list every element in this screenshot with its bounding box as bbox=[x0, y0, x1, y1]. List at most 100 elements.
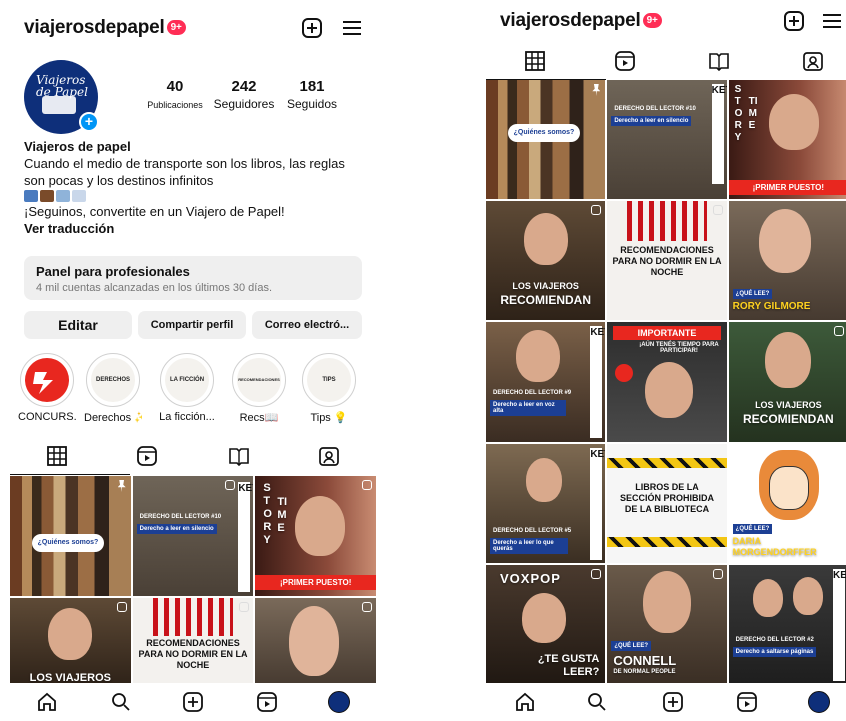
map-emoji-icon bbox=[24, 190, 38, 202]
highlight-cover-text: DERECHOS bbox=[91, 358, 135, 402]
profile-screen-right: viajerosdepapel 9+ ¿Quiénes somos? DERECH… bbox=[486, 0, 846, 721]
person-image bbox=[792, 576, 823, 615]
add-story-icon[interactable]: + bbox=[79, 112, 99, 132]
post-tile-daria[interactable]: ¿QUÉ LEE? DARIA MORGENDORFFER bbox=[728, 443, 846, 563]
book-logo-icon bbox=[42, 96, 76, 114]
post-tile-derecho10[interactable]: DERECHO DEL LECTOR #10 Derecho a leer en… bbox=[132, 476, 254, 596]
post-caption: IMPORTANTE bbox=[613, 326, 721, 341]
menu-icon[interactable] bbox=[340, 16, 364, 40]
grid-tab-icon[interactable] bbox=[46, 445, 68, 467]
highlight-recs[interactable]: RECOMENDACIONES Recs📖 bbox=[230, 353, 288, 424]
guides-tab-icon[interactable] bbox=[228, 445, 250, 467]
post-tile-importante[interactable]: IMPORTANTE ¡AÚN TENÉS TIEMPO PARA PARTIC… bbox=[607, 322, 727, 442]
person-image bbox=[752, 578, 783, 617]
post-tile-derecho9[interactable]: DERECHO DEL LECTOR #9 Derecho a leer en … bbox=[486, 322, 606, 442]
post-caption: RORY GILMORE bbox=[732, 301, 811, 313]
concurso-logo-icon bbox=[615, 364, 634, 383]
reels-tab-icon[interactable] bbox=[614, 50, 636, 72]
reels-tab-icon[interactable] bbox=[136, 445, 158, 467]
search-icon[interactable] bbox=[110, 691, 132, 713]
username-title[interactable]: viajerosdepapel 9+ bbox=[24, 17, 186, 39]
reel-icon bbox=[116, 602, 127, 612]
reels-nav-icon[interactable] bbox=[256, 691, 278, 713]
highlight-cover: LA FICCIÓN bbox=[160, 353, 214, 407]
post-tile-derecho5[interactable]: DERECHO DEL LECTOR #5 Derecho a leer lo … bbox=[486, 443, 606, 563]
person-image bbox=[516, 330, 560, 383]
post-caption: DERECHO DEL LECTOR #10 bbox=[614, 106, 696, 112]
create-post-icon[interactable] bbox=[782, 9, 806, 33]
post-caption: DARIA MORGENDORFFER bbox=[732, 535, 817, 557]
profile-nav-avatar[interactable] bbox=[808, 691, 830, 713]
guides-tab-icon[interactable] bbox=[708, 50, 730, 72]
reels-nav-icon[interactable] bbox=[736, 691, 758, 713]
share-profile-button[interactable]: Compartir perfil bbox=[138, 311, 246, 339]
post-tile-story-time[interactable]: STORY TIME ¡PRIMER PUESTO! bbox=[255, 476, 376, 596]
stat-followers[interactable]: 242 Seguidores bbox=[210, 78, 278, 111]
email-button[interactable]: Correo electró... bbox=[252, 311, 362, 339]
home-icon[interactable] bbox=[36, 691, 58, 713]
person-image bbox=[643, 570, 692, 633]
post-tile-los-viajeros[interactable]: LOS VIAJEROS bbox=[10, 598, 131, 686]
tagged-tab-icon[interactable] bbox=[802, 50, 824, 72]
post-tile-connell[interactable]: ¿QUÉ LEE? CONNELL DE NORMAL PEOPLE bbox=[607, 564, 727, 684]
post-caption: DERECHO DEL LECTOR #9 bbox=[493, 390, 572, 397]
pinned-icon bbox=[592, 84, 601, 96]
post-tile-quienes[interactable]: ¿Quiénes somos? bbox=[486, 80, 606, 200]
highlight-cover-text: RECOMENDACIONES bbox=[237, 358, 281, 402]
post-caption: KETCH bbox=[590, 447, 605, 560]
notification-badge[interactable]: 9+ bbox=[642, 13, 662, 28]
new-post-icon[interactable] bbox=[182, 691, 204, 713]
post-tile-los-viajeros[interactable]: LOS VIAJEROS RECOMIENDAN bbox=[486, 201, 606, 321]
username-title[interactable]: viajerosdepapel 9+ bbox=[500, 10, 662, 32]
reel-icon bbox=[712, 205, 723, 216]
post-tile-story-time[interactable]: STORY TIME ¡PRIMER PUESTO! bbox=[728, 80, 846, 200]
post-tile-los-viajeros-2[interactable]: LOS VIAJEROS RECOMIENDAN bbox=[728, 322, 846, 442]
stat-following[interactable]: 181 Seguidos bbox=[280, 78, 344, 111]
stat-posts-label: Publicaciones bbox=[147, 100, 203, 110]
profile-nav-avatar[interactable] bbox=[328, 691, 350, 713]
post-caption: Derecho a leer en voz alta bbox=[490, 400, 566, 417]
highlight-concurso[interactable]: CONCURS... bbox=[18, 353, 76, 423]
airplane-emoji-icon bbox=[56, 190, 70, 202]
professional-dashboard[interactable]: Panel para profesionales 4 mil cuentas a… bbox=[24, 256, 362, 300]
post-tile-quienes[interactable]: ¿Quiénes somos? bbox=[10, 476, 131, 596]
post-tile-derecho10[interactable]: DERECHO DEL LECTOR #10 Derecho a leer en… bbox=[607, 80, 727, 200]
search-icon[interactable] bbox=[586, 691, 608, 713]
post-tile-voxpop[interactable]: VOXPOP ¿TE GUSTA LEER? bbox=[486, 564, 606, 684]
highlight-ficcion[interactable]: LA FICCIÓN La ficción... bbox=[158, 353, 216, 423]
highlight-tips[interactable]: TIPS Tips 💡 bbox=[300, 353, 358, 424]
notification-badge[interactable]: 9+ bbox=[166, 20, 186, 35]
highlight-cover-text: TIPS bbox=[307, 358, 351, 402]
post-tile-libros-prohibida[interactable]: LIBROS DE LA SECCIÓN PROHIBIDA DE LA BIB… bbox=[607, 443, 727, 563]
post-caption: KETCH bbox=[590, 326, 605, 439]
grid-tab-icon[interactable] bbox=[524, 50, 546, 72]
person-image bbox=[48, 608, 92, 660]
post-caption: ¿Quiénes somos? bbox=[508, 124, 580, 142]
post-tile-rory[interactable] bbox=[255, 598, 376, 686]
caution-tape-graphic bbox=[607, 457, 727, 468]
bio-emoji-row bbox=[24, 190, 354, 202]
post-caption: ¿QUÉ LEE? bbox=[611, 640, 651, 651]
post-tile-rory[interactable]: ¿QUÉ LEE? RORY GILMORE bbox=[728, 201, 846, 321]
bottom-nav bbox=[0, 683, 380, 721]
post-caption: ¿QUÉ LEE? bbox=[732, 289, 773, 300]
see-translation-link[interactable]: Ver traducción bbox=[24, 220, 354, 237]
post-tile-recomendaciones[interactable]: RECOMENDACIONES PARA NO DORMIR EN LA NOC… bbox=[132, 598, 254, 686]
bio-cta-text: ¡Seguinos, convertite en un Viajero de P… bbox=[24, 204, 285, 219]
post-tile-recomendaciones[interactable]: RECOMENDACIONES PARA NO DORMIR EN LA NOC… bbox=[607, 201, 727, 321]
menu-icon[interactable] bbox=[820, 9, 844, 33]
create-post-icon[interactable] bbox=[300, 16, 324, 40]
highlight-derechos[interactable]: DERECHOS Derechos ✨ bbox=[84, 353, 142, 424]
post-caption: LOS VIAJEROS bbox=[755, 400, 822, 411]
tagged-tab-icon[interactable] bbox=[318, 445, 340, 467]
edit-profile-button[interactable]: Editar bbox=[24, 311, 132, 339]
home-icon[interactable] bbox=[514, 691, 536, 713]
post-caption: RECOMENDACIONES PARA NO DORMIR EN LA NOC… bbox=[612, 245, 722, 278]
stat-posts[interactable]: 40 Publicaciones bbox=[140, 78, 210, 110]
new-post-icon[interactable] bbox=[662, 691, 684, 713]
post-tile-derecho2[interactable]: DERECHO DEL LECTOR #2 Derecho a saltarse… bbox=[728, 564, 846, 684]
highlight-cover-text: LA FICCIÓN bbox=[165, 358, 209, 402]
post-caption: ¡AÚN TENÉS TIEMPO PARA PARTICIPAR! bbox=[639, 342, 719, 355]
reel-icon bbox=[591, 568, 602, 579]
person-image bbox=[768, 94, 819, 150]
